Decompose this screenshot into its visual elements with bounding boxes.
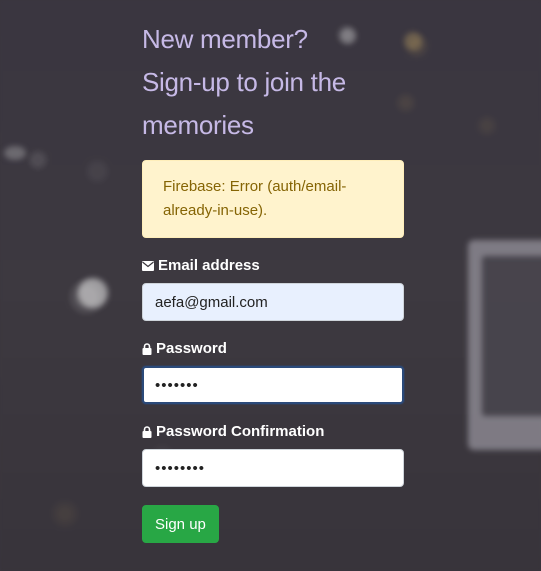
background-blur-spot bbox=[78, 278, 108, 308]
password-label-text: Password bbox=[156, 340, 227, 357]
email-label-text: Email address bbox=[158, 257, 260, 274]
lock-icon bbox=[142, 343, 152, 355]
error-alert-text: Firebase: Error (auth/email-already-in-u… bbox=[163, 178, 347, 219]
password-confirmation-label: Password Confirmation bbox=[142, 422, 404, 442]
page-title: New member? Sign-up to join the memories bbox=[142, 18, 404, 147]
password-label: Password bbox=[142, 339, 404, 359]
password-field-group: Password bbox=[142, 339, 404, 404]
title-line-2: Sign-up to join the bbox=[142, 67, 346, 97]
password-confirmation-field-group: Password Confirmation bbox=[142, 422, 404, 487]
email-label: Email address bbox=[142, 256, 404, 276]
lock-icon bbox=[142, 426, 152, 438]
envelope-icon bbox=[142, 261, 154, 271]
background-blur-spot bbox=[404, 32, 422, 50]
password-confirmation-input[interactable] bbox=[142, 449, 404, 487]
email-field-group: Email address bbox=[142, 256, 404, 321]
email-input[interactable] bbox=[142, 283, 404, 321]
error-alert: Firebase: Error (auth/email-already-in-u… bbox=[142, 160, 404, 238]
password-input[interactable] bbox=[142, 366, 404, 404]
password-confirmation-label-text: Password Confirmation bbox=[156, 423, 325, 440]
title-line-1: New member? bbox=[142, 24, 308, 54]
sign-up-button[interactable]: Sign up bbox=[142, 505, 219, 543]
background-photo-frame bbox=[468, 240, 541, 450]
background-blur-spot bbox=[4, 146, 26, 160]
title-line-3: memories bbox=[142, 110, 254, 140]
signup-form: New member? Sign-up to join the memories… bbox=[142, 18, 404, 543]
